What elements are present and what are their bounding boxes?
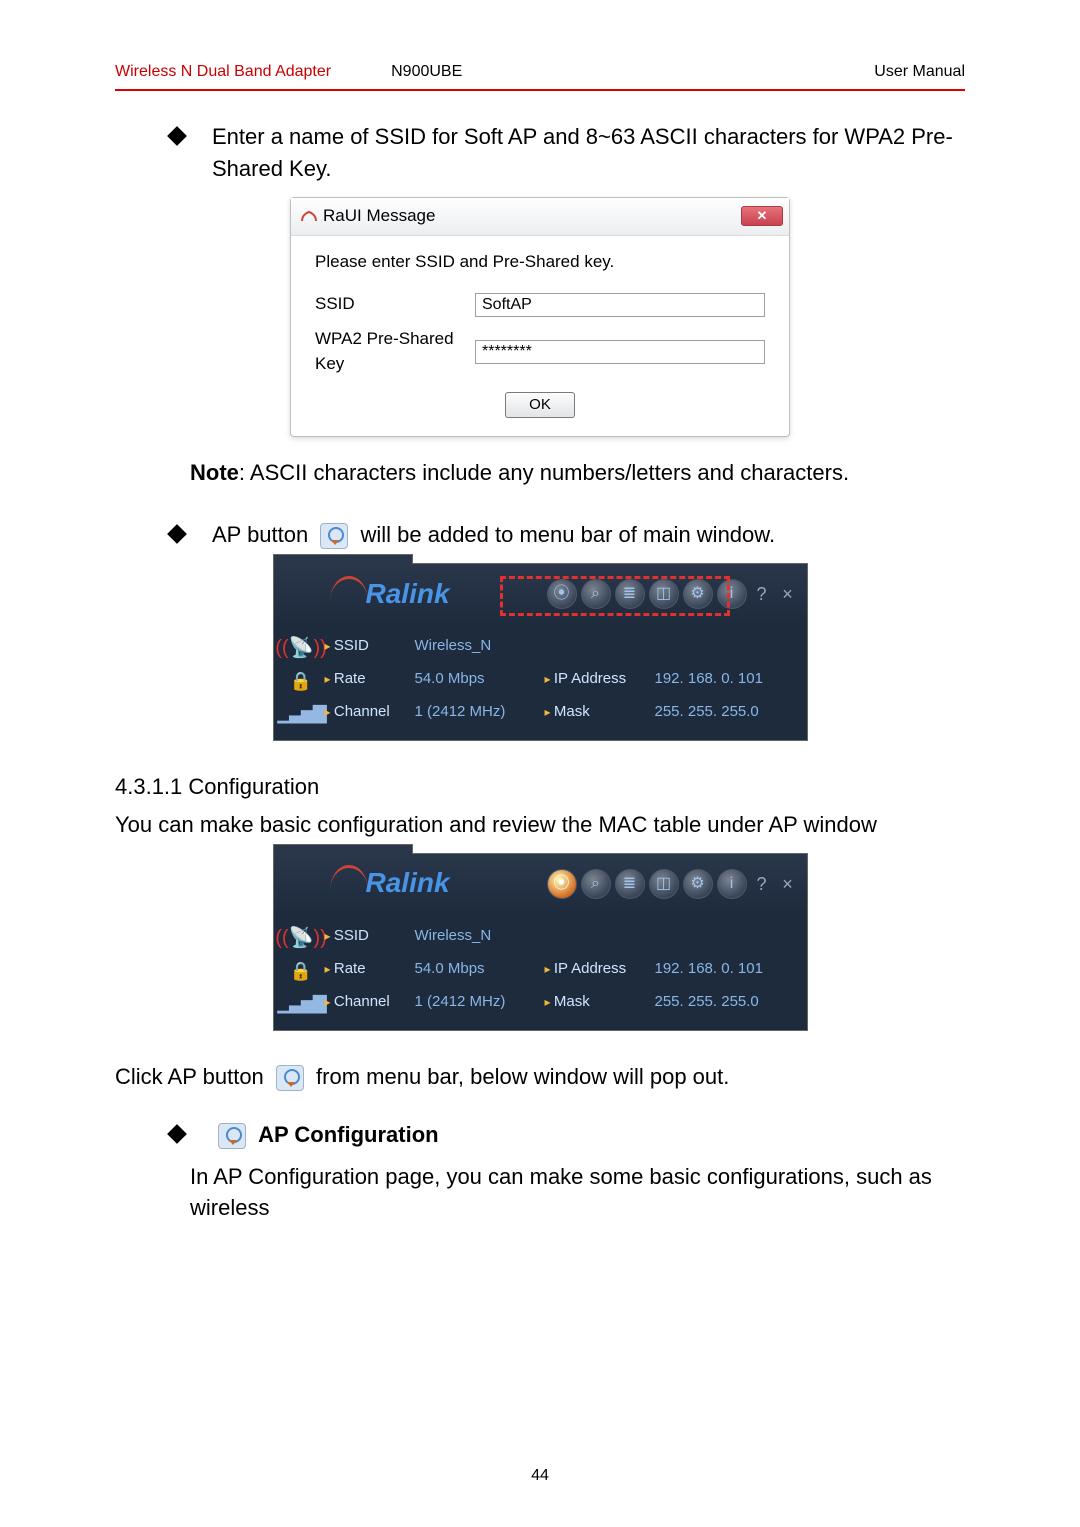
lock-icon: 🔒 — [287, 960, 315, 982]
ap-config-heading: AP Configuration — [258, 1122, 438, 1147]
ok-button[interactable]: OK — [505, 392, 575, 418]
rate-status-value: 54.0 Mbps — [415, 668, 545, 690]
ip-status-value: 192. 168. 0. 101 — [655, 668, 795, 690]
instruction-line: Click AP button from menu bar, below win… — [115, 1061, 965, 1093]
mask-status-value: 255. 255. 255.0 — [655, 701, 795, 723]
status-grid: SSID Wireless_N Rate 54.0 Mbps IP Addres… — [325, 924, 795, 1014]
window-tab — [273, 554, 413, 564]
window-tab — [273, 844, 413, 854]
wpa2-key-input[interactable] — [475, 340, 765, 364]
menu-page-icon[interactable]: ◫ — [649, 579, 679, 609]
ralink-titlebar: Ralink ⦿ ⌕ ≣ ◫ ⚙ i ? × — [274, 854, 807, 914]
mask-status-value: 255. 255. 255.0 — [655, 991, 795, 1013]
broadcast-icon: ((📡)) — [287, 928, 315, 950]
text-fragment: from menu bar, below window will pop out… — [316, 1064, 729, 1089]
dialog-app-icon — [301, 208, 317, 224]
window-close-icon[interactable]: × — [777, 873, 799, 895]
menu-info-icon[interactable]: i — [717, 869, 747, 899]
bullet-diamond-icon — [167, 126, 187, 146]
ssid-input[interactable] — [475, 293, 765, 317]
bullet-item: Enter a name of SSID for Soft AP and 8~6… — [170, 121, 965, 185]
menu-bar: ⦿ ⌕ ≣ ◫ ⚙ i ? × — [547, 869, 799, 899]
model-name: N900UBE — [391, 60, 462, 83]
ralink-titlebar: Ralink ⦿ ⌕ ≣ ◫ ⚙ i ? × — [274, 564, 807, 624]
section-body: You can make basic configuration and rev… — [115, 809, 965, 841]
dialog-close-button[interactable]: ✕ — [741, 206, 783, 226]
menu-ap-icon-selected[interactable]: ⦿ — [547, 869, 577, 899]
menu-list-icon[interactable]: ≣ — [615, 579, 645, 609]
bullet-item: AP button will be added to menu bar of m… — [170, 519, 965, 551]
status-icon-column: ((📡)) 🔒 ▁▃▅▇ — [278, 634, 325, 724]
menu-bar: ⦿ ⌕ ≣ ◫ ⚙ i ? × — [547, 579, 799, 609]
dialog-titlebar: RaUI Message ✕ — [291, 198, 789, 236]
window-close-icon[interactable]: × — [777, 583, 799, 605]
broadcast-icon: ((📡)) — [287, 638, 315, 660]
bullet-text: Enter a name of SSID for Soft AP and 8~6… — [212, 121, 965, 185]
channel-status-label: Channel — [325, 701, 415, 723]
bullet-diamond-icon — [167, 1124, 187, 1144]
help-icon[interactable]: ? — [751, 583, 773, 605]
ssid-label: SSID — [315, 292, 475, 317]
raui-message-dialog: RaUI Message ✕ Please enter SSID and Pre… — [290, 197, 790, 437]
ip-status-label: IP Address — [545, 668, 655, 690]
mask-status-label: Mask — [545, 991, 655, 1013]
rate-status-label: Rate — [325, 668, 415, 690]
status-grid: SSID Wireless_N Rate 54.0 Mbps IP Addres… — [325, 634, 795, 724]
ip-status-value: 192. 168. 0. 101 — [655, 958, 795, 980]
menu-search-icon[interactable]: ⌕ — [581, 869, 611, 899]
ap-button-icon — [276, 1065, 304, 1091]
doc-type: User Manual — [874, 60, 965, 83]
bullet-item: AP Configuration — [170, 1119, 965, 1151]
mask-status-label: Mask — [545, 701, 655, 723]
product-name: Wireless N Dual Band Adapter — [115, 60, 331, 83]
bullet-text: AP Configuration — [212, 1119, 439, 1151]
page-number: 44 — [0, 1464, 1080, 1487]
text-fragment: AP button — [212, 522, 308, 547]
channel-status-value: 1 (2412 MHz) — [415, 991, 545, 1013]
status-icon-column: ((📡)) 🔒 ▁▃▅▇ — [278, 924, 325, 1014]
ralink-main-window: Ralink ⦿ ⌕ ≣ ◫ ⚙ i ? × ((📡)) 🔒 ▁▃▅▇ SSID… — [273, 563, 808, 741]
ap-button-icon — [320, 523, 348, 549]
rate-status-label: Rate — [325, 958, 415, 980]
bullet-text: AP button will be added to menu bar of m… — [212, 519, 775, 551]
ap-button-icon — [218, 1123, 246, 1149]
lock-icon: 🔒 — [287, 670, 315, 692]
ssid-status-label: SSID — [325, 925, 415, 947]
signal-bars-icon: ▁▃▅▇ — [287, 992, 315, 1014]
wpa2-key-label: WPA2 Pre-Shared Key — [315, 327, 475, 376]
dialog-instruction: Please enter SSID and Pre-Shared key. — [315, 250, 765, 275]
menu-gear-icon[interactable]: ⚙ — [683, 869, 713, 899]
ssid-status-value: Wireless_N — [415, 925, 545, 947]
menu-ap-icon[interactable]: ⦿ — [547, 579, 577, 609]
menu-list-icon[interactable]: ≣ — [615, 869, 645, 899]
note-line: Note: ASCII characters include any numbe… — [190, 457, 965, 489]
ip-status-label: IP Address — [545, 958, 655, 980]
menu-page-icon[interactable]: ◫ — [649, 869, 679, 899]
body-paragraph: In AP Configuration page, you can make s… — [190, 1161, 965, 1225]
menu-gear-icon[interactable]: ⚙ — [683, 579, 713, 609]
close-icon: ✕ — [757, 207, 768, 226]
menu-info-icon[interactable]: i — [717, 579, 747, 609]
channel-status-label: Channel — [325, 991, 415, 1013]
ralink-main-window-2: Ralink ⦿ ⌕ ≣ ◫ ⚙ i ? × ((📡)) 🔒 ▁▃▅▇ SSID… — [273, 853, 808, 1031]
note-prefix: Note — [190, 460, 239, 485]
menu-search-icon[interactable]: ⌕ — [581, 579, 611, 609]
signal-bars-icon: ▁▃▅▇ — [287, 702, 315, 724]
help-icon[interactable]: ? — [751, 873, 773, 895]
ssid-status-label: SSID — [325, 635, 415, 657]
text-fragment: Click AP button — [115, 1064, 264, 1089]
note-text: : ASCII characters include any numbers/l… — [239, 460, 849, 485]
text-fragment: will be added to menu bar of main window… — [360, 522, 775, 547]
ralink-logo: Ralink — [330, 574, 450, 615]
bullet-diamond-icon — [167, 524, 187, 544]
ssid-status-value: Wireless_N — [415, 635, 545, 657]
rate-status-value: 54.0 Mbps — [415, 958, 545, 980]
ralink-logo: Ralink — [330, 863, 450, 904]
dialog-title: RaUI Message — [323, 204, 435, 229]
section-heading: 4.3.1.1 Configuration — [115, 771, 965, 803]
page-header: Wireless N Dual Band Adapter N900UBE Use… — [115, 60, 965, 91]
channel-status-value: 1 (2412 MHz) — [415, 701, 545, 723]
